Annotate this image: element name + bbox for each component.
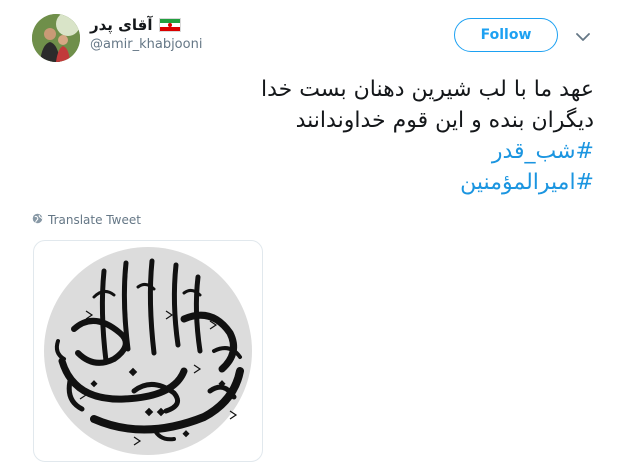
avatar[interactable]: [32, 14, 80, 62]
follow-button[interactable]: Follow: [454, 18, 558, 52]
iran-flag-icon: [158, 18, 181, 32]
calligraphy-image: [44, 247, 252, 455]
translate-tweet-link[interactable]: Translate Tweet: [32, 213, 141, 227]
hashtag-link[interactable]: #امیرالمؤمنین: [34, 167, 594, 198]
chevron-down-icon[interactable]: [573, 27, 593, 47]
display-name[interactable]: آقای پدر: [90, 16, 153, 34]
avatar-image: [32, 14, 80, 62]
hashtag-link[interactable]: #شب_قدر: [34, 136, 594, 167]
tweet-text: عهد ما با لب شیرین دهنان بست خدا دیگران …: [34, 74, 594, 198]
translate-label: Translate Tweet: [48, 213, 141, 227]
tweet-line-1: عهد ما با لب شیرین دهنان بست خدا: [261, 77, 594, 102]
tweet-line-2: دیگران بنده و این قوم خداوندانند: [295, 108, 594, 133]
tweet-media-image[interactable]: [33, 240, 263, 462]
tweet-card: آقای پدر @amir_khabjooni Follow عهد ما ب…: [0, 0, 618, 466]
globe-icon: [32, 213, 43, 227]
author-name-row[interactable]: آقای پدر: [90, 14, 181, 36]
author-handle[interactable]: @amir_khabjooni: [90, 37, 202, 52]
